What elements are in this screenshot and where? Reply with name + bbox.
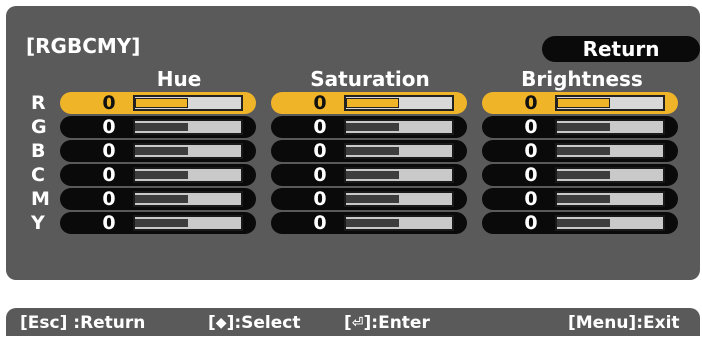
slider-value: 0	[313, 188, 327, 210]
slider-value: 0	[524, 140, 538, 162]
slider-fill	[557, 98, 610, 108]
slider-track[interactable]	[555, 167, 665, 183]
slider-value: 0	[102, 164, 116, 186]
saturation-slider-r[interactable]: 0	[271, 92, 467, 114]
slider-track[interactable]	[555, 119, 665, 135]
help-bar: [Esc] :Return [◆]:Select [⏎]:Enter [Menu…	[6, 308, 700, 336]
row-label-b: B	[31, 140, 46, 162]
slider-value: 0	[102, 188, 116, 210]
slider-fill	[557, 195, 610, 203]
slider-fill	[135, 147, 188, 155]
slider-track[interactable]	[344, 167, 454, 183]
slider-value: 0	[524, 212, 538, 234]
slider-track[interactable]	[344, 95, 454, 111]
slider-fill	[557, 123, 610, 131]
hue-slider-g[interactable]: 0	[60, 116, 256, 138]
slider-fill	[346, 171, 399, 179]
column-header-saturation: Saturation	[310, 67, 430, 91]
hue-slider-c[interactable]: 0	[60, 164, 256, 186]
slider-fill	[557, 219, 610, 227]
brightness-slider-g[interactable]: 0	[482, 116, 678, 138]
enter-hint: [⏎]:Enter	[344, 308, 430, 338]
slider-value: 0	[524, 188, 538, 210]
slider-fill	[135, 123, 188, 131]
slider-track[interactable]	[133, 167, 243, 183]
enter-icon: ⏎	[351, 315, 364, 331]
brightness-slider-c[interactable]: 0	[482, 164, 678, 186]
brightness-slider-m[interactable]: 0	[482, 188, 678, 210]
row-label-m: M	[31, 188, 50, 210]
row-label-r: R	[31, 92, 46, 114]
up-down-arrow-icon: ◆	[215, 315, 227, 331]
slider-fill	[135, 219, 188, 227]
slider-fill	[557, 147, 610, 155]
slider-track[interactable]	[344, 119, 454, 135]
slider-fill	[346, 219, 399, 227]
rgbcmy-panel: [RGBCMY] Return Hue Saturation Brightnes…	[6, 6, 700, 280]
slider-fill	[346, 98, 399, 108]
slider-value: 0	[524, 92, 538, 114]
slider-track[interactable]	[133, 191, 243, 207]
slider-track[interactable]	[555, 95, 665, 111]
slider-value: 0	[102, 92, 116, 114]
brightness-slider-y[interactable]: 0	[482, 212, 678, 234]
brightness-slider-b[interactable]: 0	[482, 140, 678, 162]
slider-fill	[135, 98, 188, 108]
slider-value: 0	[524, 164, 538, 186]
column-header-hue: Hue	[156, 67, 202, 91]
row-label-c: C	[31, 164, 45, 186]
slider-track[interactable]	[344, 143, 454, 159]
page-title: [RGBCMY]	[26, 34, 141, 58]
slider-fill	[346, 195, 399, 203]
slider-track[interactable]	[555, 191, 665, 207]
slider-value: 0	[102, 212, 116, 234]
slider-value: 0	[102, 116, 116, 138]
slider-track[interactable]	[555, 215, 665, 231]
exit-hint: [Menu]:Exit	[568, 313, 680, 333]
slider-value: 0	[313, 212, 327, 234]
select-hint: [◆]:Select	[208, 308, 300, 338]
slider-value: 0	[313, 92, 327, 114]
slider-track[interactable]	[133, 215, 243, 231]
saturation-slider-y[interactable]: 0	[271, 212, 467, 234]
slider-fill	[135, 195, 188, 203]
slider-value: 0	[313, 140, 327, 162]
slider-track[interactable]	[133, 119, 243, 135]
row-label-y: Y	[31, 212, 45, 234]
saturation-slider-g[interactable]: 0	[271, 116, 467, 138]
slider-track[interactable]	[344, 215, 454, 231]
slider-fill	[557, 171, 610, 179]
brightness-slider-r[interactable]: 0	[482, 92, 678, 114]
saturation-slider-c[interactable]: 0	[271, 164, 467, 186]
slider-value: 0	[313, 116, 327, 138]
slider-value: 0	[313, 164, 327, 186]
slider-track[interactable]	[555, 143, 665, 159]
slider-fill	[135, 171, 188, 179]
saturation-slider-m[interactable]: 0	[271, 188, 467, 210]
hue-slider-r[interactable]: 0	[60, 92, 256, 114]
hue-slider-m[interactable]: 0	[60, 188, 256, 210]
row-label-g: G	[31, 116, 47, 138]
return-button[interactable]: Return	[542, 36, 700, 62]
slider-fill	[346, 123, 399, 131]
column-header-brightness: Brightness	[521, 67, 643, 91]
slider-fill	[346, 147, 399, 155]
slider-track[interactable]	[344, 191, 454, 207]
saturation-slider-b[interactable]: 0	[271, 140, 467, 162]
esc-hint: [Esc] :Return	[20, 313, 146, 333]
slider-track[interactable]	[133, 95, 243, 111]
slider-value: 0	[524, 116, 538, 138]
hue-slider-b[interactable]: 0	[60, 140, 256, 162]
slider-value: 0	[102, 140, 116, 162]
hue-slider-y[interactable]: 0	[60, 212, 256, 234]
slider-track[interactable]	[133, 143, 243, 159]
